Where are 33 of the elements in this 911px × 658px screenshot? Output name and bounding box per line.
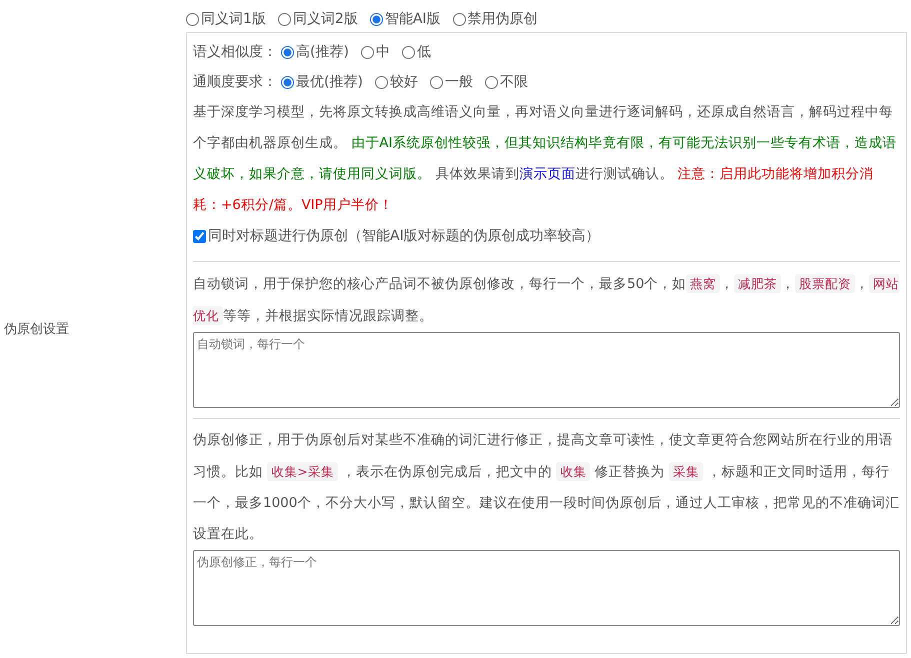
radio-button[interactable]	[186, 12, 199, 26]
radio-button[interactable]	[430, 76, 443, 88]
correction-description: 伪原创修正，用于伪原创后对某些不准确的词汇进行修正，提高文章可读性，使文章更符合您网站所在行业的用语习惯。比如 收集>采集 ，表示在伪原创完成后，把文中的 收集 修正替换为 采集 ，标题和正文同时适用，每行一个，最多1000个，不分大小写，默认留空。建议在使用一段时间伪原创后，通过人工审核，把常见的不准确词汇设置在此。	[193, 431, 900, 544]
radio-button[interactable]	[484, 76, 498, 88]
radio-label: 低	[416, 43, 431, 61]
field-label: 通顺度要求：	[193, 73, 277, 91]
radio-label: 同义词1版	[201, 10, 266, 28]
radio-label: 较好	[390, 73, 418, 91]
radio-label: 高(推荐)	[296, 43, 349, 61]
correction-input[interactable]: 伪原创修正，每行一个	[193, 550, 900, 626]
radio-label: 最优(推荐)	[296, 73, 363, 91]
radio-button[interactable]	[281, 76, 294, 88]
radio-label: 禁用伪原创	[468, 10, 538, 28]
lock-words-description: 自动锁词，用于保护您的核心产品词不被伪原创修改，每行一个，最多50个，如 燕窝 ， 减肥茶 ， 股票配资 ， 网站优化 等等，并根据实际情况跟踪调整。	[193, 273, 900, 327]
radio-button[interactable]	[402, 46, 415, 58]
section-label: 伪原创设置	[4, 321, 69, 338]
radio-button[interactable]	[360, 46, 374, 58]
checkbox-label: 同时对标题进行伪原创（智能AI版对标题的伪原创成功率较高）	[208, 227, 600, 245]
radio-label: 中	[376, 43, 390, 61]
radio-label: 同义词2版	[292, 10, 358, 28]
radio-button[interactable]	[281, 46, 294, 58]
description-text: 基于深度学习模型，先将原文转换成高维语义向量，再对语义向量进行逐词解码，还原成自然语言，解码过程中每个字都由机器原创生成。 由于AI系统原创性较强，但其知识结构毕竟有限，有可能无法识别一些专有术语，造成语义破坏，如果介意，请使用同义词版。 具体效果请到演示页面进行测试确认。 注意：启用此功能将增加积分消耗：+6积分/篇。VIP用户半价！	[193, 103, 898, 215]
radio-button[interactable]	[370, 12, 383, 26]
radio-button[interactable]	[374, 76, 388, 88]
field-label: 语义相似度：	[193, 43, 277, 61]
radio-label: 不限	[500, 73, 528, 91]
demo-page-link[interactable]: 演示页面	[519, 166, 576, 182]
checkbox[interactable]	[193, 230, 206, 242]
lock-words-input[interactable]: 自动锁词，每行一个	[193, 332, 900, 408]
radio-label: 一般	[444, 73, 473, 91]
radio-button[interactable]	[452, 12, 466, 26]
radio-label: 智能AI版	[384, 10, 441, 28]
radio-button[interactable]	[278, 12, 291, 26]
